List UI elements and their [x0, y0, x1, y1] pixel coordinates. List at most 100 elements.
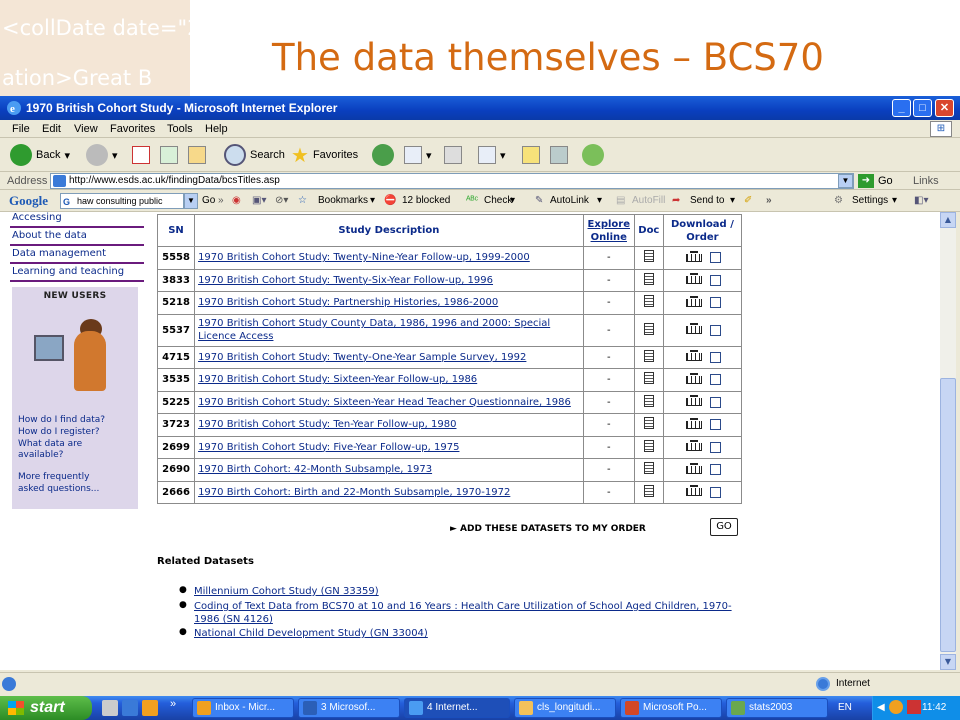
- messenger-button[interactable]: [582, 143, 604, 167]
- sidebar-link-learning[interactable]: Learning and teaching: [10, 264, 144, 282]
- order-checkbox[interactable]: [709, 486, 721, 498]
- study-description-link[interactable]: 1970 Birth Cohort: 42-Month Subsample, 1…: [194, 458, 584, 482]
- history-button[interactable]: [372, 143, 394, 167]
- autolink-button[interactable]: AutoLink: [550, 190, 589, 212]
- scroll-up-button[interactable]: ▲: [940, 212, 956, 228]
- shopping-cart-icon[interactable]: [684, 295, 704, 310]
- study-description-link[interactable]: 1970 Birth Cohort: Birth and 22-Month Su…: [194, 480, 584, 504]
- bookmarks-button[interactable]: Bookmarks: [318, 190, 368, 212]
- menu-file[interactable]: File: [12, 120, 30, 138]
- document-icon[interactable]: [643, 439, 654, 452]
- shopping-cart-icon[interactable]: [684, 372, 704, 387]
- document-icon[interactable]: [643, 295, 654, 308]
- maximize-button[interactable]: □: [913, 99, 932, 117]
- close-button[interactable]: ✕: [935, 99, 954, 117]
- more-chevron-icon[interactable]: »: [766, 190, 772, 212]
- help-faq-link-2[interactable]: asked questions...: [18, 484, 136, 496]
- order-checkbox[interactable]: [709, 419, 721, 431]
- order-checkbox[interactable]: [709, 441, 721, 453]
- document-icon[interactable]: [643, 322, 654, 335]
- document-icon[interactable]: [643, 372, 654, 385]
- study-description-link[interactable]: 1970 British Cohort Study: Ten-Year Foll…: [194, 413, 584, 437]
- window-titlebar[interactable]: e 1970 British Cohort Study - Microsoft …: [0, 96, 960, 120]
- menu-favorites[interactable]: Favorites: [110, 120, 155, 138]
- menu-edit[interactable]: Edit: [42, 120, 61, 138]
- shopping-cart-icon[interactable]: [684, 417, 704, 432]
- shopping-cart-icon[interactable]: [684, 485, 704, 499]
- help-find-data-link[interactable]: How do I find data?: [18, 415, 136, 427]
- help-what-data-link-2[interactable]: available?: [18, 450, 136, 462]
- study-description-link[interactable]: 1970 British Cohort Study: Partnership H…: [194, 291, 584, 315]
- tray-app-icon[interactable]: [889, 700, 903, 714]
- address-input[interactable]: http://www.esds.ac.uk/findingData/bcsTit…: [50, 173, 854, 189]
- search-button[interactable]: Search: [224, 143, 285, 167]
- task-stats2003[interactable]: stats2003: [726, 698, 828, 718]
- shopping-cart-icon[interactable]: [684, 273, 704, 287]
- order-checkbox[interactable]: [709, 374, 721, 386]
- shopping-cart-icon[interactable]: [684, 350, 704, 364]
- refresh-button[interactable]: [160, 143, 178, 167]
- related-link-ncds[interactable]: National Child Development Study (GN 330…: [194, 627, 742, 640]
- document-icon[interactable]: [643, 462, 654, 475]
- autofill-button[interactable]: AutoFill: [632, 190, 665, 212]
- address-dropdown-button[interactable]: ▼: [838, 174, 853, 188]
- vertical-scrollbar[interactable]: ▲ ▼: [940, 212, 956, 670]
- print-button[interactable]: [444, 143, 462, 167]
- study-description-link[interactable]: 1970 British Cohort Study: Sixteen-Year …: [194, 368, 584, 392]
- order-checkbox[interactable]: [709, 324, 721, 336]
- task-word[interactable]: 3 Microsof...: [298, 698, 400, 718]
- order-checkbox[interactable]: [709, 464, 721, 476]
- document-icon[interactable]: [643, 484, 654, 497]
- google-pagerank-icon[interactable]: ▣▾: [252, 190, 266, 212]
- home-button[interactable]: [188, 143, 206, 167]
- menu-help[interactable]: Help: [205, 120, 228, 138]
- favorites-button[interactable]: ★ Favorites: [291, 143, 358, 167]
- google-news-icon[interactable]: ◉: [232, 190, 241, 212]
- study-description-link[interactable]: 1970 British Cohort Study: Twenty-Nine-Y…: [194, 246, 584, 270]
- order-checkbox[interactable]: [709, 274, 721, 286]
- shopping-cart-icon[interactable]: [684, 440, 704, 454]
- tray-antivirus-icon[interactable]: [907, 700, 921, 714]
- check-button[interactable]: Check: [484, 190, 512, 212]
- scroll-thumb[interactable]: [940, 378, 956, 652]
- help-faq-link[interactable]: More frequently: [18, 472, 136, 484]
- study-description-link[interactable]: 1970 British Cohort Study: Twenty-Six-Ye…: [194, 268, 584, 292]
- quicklaunch-desktop-icon[interactable]: [102, 700, 118, 716]
- links-button[interactable]: Links: [913, 172, 939, 190]
- research-button[interactable]: [550, 143, 568, 167]
- shopping-cart-icon[interactable]: [684, 323, 704, 337]
- google-options-icon[interactable]: ⊘▾: [275, 190, 288, 212]
- task-powerpoint[interactable]: Microsoft Po...: [620, 698, 722, 718]
- toolbar-options-icon[interactable]: ◧▾: [914, 190, 928, 212]
- language-indicator[interactable]: EN: [838, 696, 852, 720]
- scroll-down-button[interactable]: ▼: [940, 654, 956, 670]
- order-checkbox[interactable]: [709, 252, 721, 264]
- order-checkbox[interactable]: [709, 297, 721, 309]
- study-description-link[interactable]: 1970 British Cohort Study: Twenty-One-Ye…: [194, 345, 584, 369]
- task-internet-explorer[interactable]: 4 Internet...: [404, 698, 510, 718]
- shopping-cart-icon[interactable]: [684, 250, 704, 265]
- related-link-coding-text[interactable]: Coding of Text Data from BCS70 at 10 and…: [194, 600, 742, 626]
- related-link-millennium[interactable]: Millennium Cohort Study (GN 33359): [194, 585, 742, 598]
- study-description-link[interactable]: 1970 British Cohort Study: Five-Year Fol…: [194, 435, 584, 459]
- discuss-button[interactable]: [522, 143, 540, 167]
- sidebar-link-data-management[interactable]: Data management: [10, 246, 144, 264]
- help-register-link[interactable]: How do I register?: [18, 427, 136, 439]
- start-button[interactable]: start: [0, 696, 92, 720]
- study-description-link[interactable]: 1970 British Cohort Study County Data, 1…: [194, 313, 584, 347]
- minimize-button[interactable]: _: [892, 99, 911, 117]
- order-checkbox[interactable]: [709, 396, 721, 408]
- sendto-button[interactable]: Send to: [690, 190, 724, 212]
- study-description-link[interactable]: 1970 British Cohort Study: Sixteen-Year …: [194, 390, 584, 414]
- quicklaunch-more-icon[interactable]: »: [170, 698, 176, 710]
- stop-button[interactable]: [132, 143, 150, 167]
- quicklaunch-outlook-icon[interactable]: [142, 700, 158, 716]
- forward-button[interactable]: ▾: [86, 143, 118, 167]
- col-header-explore[interactable]: Explore Online: [582, 214, 635, 247]
- highlighter-icon[interactable]: ✐: [744, 190, 752, 212]
- back-button[interactable]: Back ▾: [10, 143, 70, 167]
- google-search-dropdown[interactable]: ▼: [184, 193, 198, 209]
- help-what-data-link[interactable]: What data are: [18, 439, 136, 451]
- document-icon[interactable]: [643, 349, 654, 362]
- shopping-cart-icon[interactable]: [684, 395, 704, 409]
